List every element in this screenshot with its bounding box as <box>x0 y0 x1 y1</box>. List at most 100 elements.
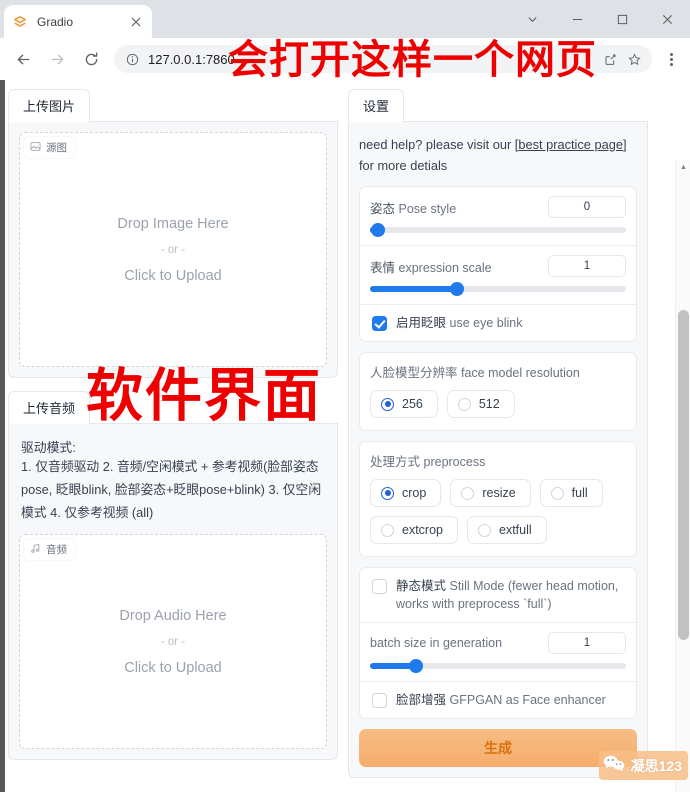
face-enhancer-checkbox[interactable] <box>372 693 387 708</box>
expression-scale-label-en: expression scale <box>398 260 492 275</box>
face-model-resolution-label-en: face model resolution <box>461 366 580 380</box>
face-enhancer-label-en: GFPGAN as Face enhancer <box>449 693 606 707</box>
radio-dot-icon <box>381 397 394 411</box>
batch-size-control: batch size in generation 1 <box>360 622 636 681</box>
audio-tab-panel: 驱动模式: 1. 仅音频驱动 2. 音频/空闲模式 + 参考视频(脸部姿态pos… <box>8 424 338 760</box>
watermark: 凝思123 <box>598 751 688 780</box>
browser-tab-gradio[interactable]: Gradio <box>4 5 152 38</box>
radio-preprocess-extcrop[interactable]: extcrop <box>370 516 458 544</box>
scrollbar-thumb[interactable] <box>678 310 689 640</box>
expression-scale-control: 表情 expression scale 1 <box>360 245 636 304</box>
scroll-up-arrow-icon[interactable]: ▲ <box>676 160 690 175</box>
drive-mode-description: 1. 仅音频驱动 2. 音频/空闲模式 + 参考视频(脸部姿态pose, 眨眼b… <box>21 459 322 520</box>
share-icon[interactable] <box>602 51 618 67</box>
expression-scale-label-cn: 表情 <box>370 260 396 275</box>
radio-preprocess-extfull-label: extfull <box>499 523 532 537</box>
radio-dot-icon <box>457 397 471 411</box>
page-viewport: 上传图片 源图 Drop Image Here - or - Click to … <box>0 80 690 792</box>
tab-upload-audio[interactable]: 上传音频 <box>8 391 91 424</box>
preprocess-label-en: preprocess <box>423 455 486 469</box>
forward-arrow-icon[interactable] <box>43 45 71 73</box>
radio-dot-icon <box>478 523 491 537</box>
close-window-button[interactable] <box>645 3 690 35</box>
audio-dropzone-line3[interactable]: Click to Upload <box>124 655 222 681</box>
preprocess-label-cn: 处理方式 <box>370 455 421 469</box>
eye-blink-row[interactable]: 启用眨眼 use eye blink <box>360 304 636 341</box>
close-icon[interactable] <box>128 14 144 30</box>
audio-badge-label: 音频 <box>46 544 67 556</box>
radio-preprocess-extfull[interactable]: extfull <box>467 516 547 544</box>
settings-tab-nav: 设置 <box>348 89 648 122</box>
watermark-text: 凝思123 <box>630 757 682 774</box>
gradio-logo-icon <box>12 14 28 30</box>
star-icon[interactable] <box>626 51 642 67</box>
url-text[interactable]: 127.0.0.1:7860 <box>148 52 602 67</box>
eye-blink-checkbox[interactable] <box>372 316 387 331</box>
eye-blink-label-cn: 启用眨眼 <box>396 316 447 330</box>
preprocess-block: 处理方式 preprocess crop resize full extcrop… <box>359 441 637 557</box>
pose-style-label-cn: 姿态 <box>370 201 396 216</box>
address-bar[interactable]: 127.0.0.1:7860 <box>114 45 652 73</box>
reload-icon[interactable] <box>77 45 105 73</box>
info-circle-icon[interactable] <box>124 51 140 67</box>
face-enhancer-row[interactable]: 脸部增强 GFPGAN as Face enhancer <box>360 681 636 718</box>
image-tab-nav: 上传图片 <box>8 89 338 122</box>
left-column: 上传图片 源图 Drop Image Here - or - Click to … <box>8 89 338 792</box>
maximize-button[interactable] <box>600 3 645 35</box>
source-image-badge: 源图 <box>24 137 75 158</box>
source-image-badge-label: 源图 <box>46 142 67 154</box>
tab-settings[interactable]: 设置 <box>348 89 405 122</box>
batch-size-value[interactable]: 1 <box>548 632 626 654</box>
radio-dot-icon <box>381 523 394 537</box>
eye-blink-label-en: use eye blink <box>449 316 523 330</box>
tab-upload-image[interactable]: 上传图片 <box>8 89 91 122</box>
radio-preprocess-crop-label: crop <box>402 486 427 500</box>
batch-size-label: batch size in generation <box>370 636 502 650</box>
page-scrollbar[interactable]: ▲ ▼ <box>675 160 690 792</box>
right-column: 设置 need help? please visit our [best pra… <box>348 89 648 792</box>
best-practice-link[interactable]: best practice page <box>518 137 623 152</box>
image-upload-tabs: 上传图片 源图 Drop Image Here - or - Click to … <box>8 89 338 378</box>
expression-scale-slider[interactable] <box>370 282 626 296</box>
generation-settings-block: 静态模式 Still Mode (fewer head motion, work… <box>359 567 637 719</box>
face-model-resolution-label-cn: 人脸模型分辨率 <box>370 366 458 380</box>
preprocess-label: 处理方式 preprocess <box>370 451 626 470</box>
still-mode-checkbox[interactable] <box>372 579 387 594</box>
pose-style-slider[interactable] <box>370 223 626 237</box>
pose-style-label: 姿态 Pose style <box>370 198 456 217</box>
help-text: need help? please visit our [best practi… <box>359 134 637 176</box>
radio-dot-icon <box>550 486 564 500</box>
radio-resolution-256-label: 256 <box>402 397 423 411</box>
audio-dropzone-line1: Drop Audio Here <box>119 607 227 624</box>
back-arrow-icon[interactable] <box>9 45 37 73</box>
three-dot-menu-icon[interactable] <box>658 45 684 73</box>
still-mode-row[interactable]: 静态模式 Still Mode (fewer head motion, work… <box>360 568 636 622</box>
still-mode-label: 静态模式 Still Mode (fewer head motion, work… <box>396 577 626 613</box>
preprocess-options: crop resize full extcrop extfull <box>370 479 626 544</box>
expression-scale-value[interactable]: 1 <box>548 255 626 277</box>
face-model-resolution-block: 人脸模型分辨率 face model resolution 256 512 <box>359 352 637 431</box>
pose-style-value[interactable]: 0 <box>548 196 626 218</box>
radio-preprocess-full[interactable]: full <box>539 479 603 507</box>
radio-preprocess-resize[interactable]: resize <box>450 479 531 507</box>
help-text-before: need help? please visit our [ <box>359 137 519 152</box>
radio-resolution-512[interactable]: 512 <box>446 390 515 418</box>
tab-search-button[interactable] <box>510 3 555 35</box>
settings-tabs: 设置 need help? please visit our [best pra… <box>348 89 648 778</box>
still-mode-label-cn: 静态模式 <box>396 579 447 593</box>
image-dropzone-line2: - or - <box>160 243 186 256</box>
image-dropzone[interactable]: 源图 Drop Image Here - or - Click to Uploa… <box>19 132 327 367</box>
image-tab-panel: 源图 Drop Image Here - or - Click to Uploa… <box>8 122 338 378</box>
settings-tab-panel: need help? please visit our [best practi… <box>348 122 648 778</box>
window-controls <box>510 0 690 38</box>
audio-dropzone[interactable]: 音频 Drop Audio Here - or - Click to Uploa… <box>19 534 327 749</box>
audio-upload-tabs: 上传音频 驱动模式: 1. 仅音频驱动 2. 音频/空闲模式 + 参考视频(脸部… <box>8 391 338 760</box>
radio-preprocess-crop[interactable]: crop <box>370 479 442 507</box>
generate-button[interactable]: 生成 <box>359 729 637 767</box>
image-dropzone-line3[interactable]: Click to Upload <box>124 263 222 289</box>
motion-settings-block: 姿态 Pose style 0 表情 expression scale 1 启用… <box>359 186 637 342</box>
window-left-edge <box>0 80 5 792</box>
minimize-button[interactable] <box>555 3 600 35</box>
batch-size-slider[interactable] <box>370 659 626 673</box>
radio-resolution-256[interactable]: 256 <box>370 390 438 418</box>
